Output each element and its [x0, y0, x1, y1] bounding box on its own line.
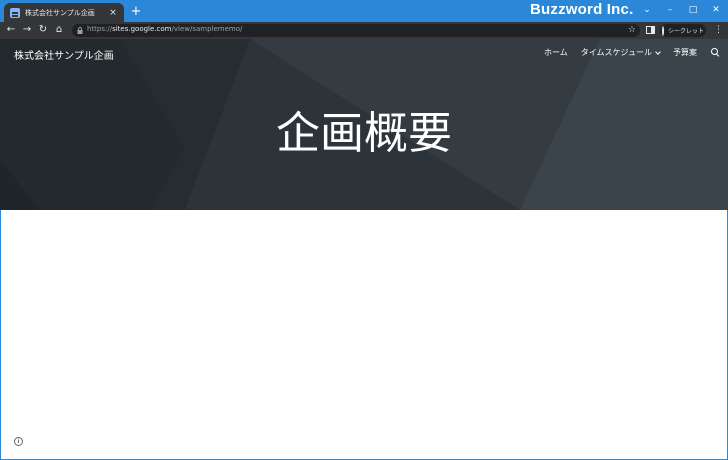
nav-item-schedule[interactable]: タイムスケジュール [580, 47, 661, 58]
reload-icon[interactable]: ↻ [36, 23, 50, 37]
nav-item-home[interactable]: ホーム [544, 47, 568, 58]
url-text: https://sites.google.com/view/samplememo… [87, 25, 242, 33]
tab-active[interactable]: 株式会社サンプル企画 × [4, 3, 124, 22]
url-path: /view/samplememo/ [171, 25, 243, 33]
home-icon[interactable]: ⌂ [52, 23, 66, 37]
site-nav: ホーム タイムスケジュール 予算案 [531, 47, 720, 58]
forward-icon[interactable]: → [20, 23, 34, 37]
menu-icon[interactable]: ⋮ [714, 24, 723, 37]
info-icon[interactable]: i [14, 437, 23, 446]
minimize-button[interactable]: – [660, 2, 680, 18]
page-content: i [0, 210, 728, 460]
star-icon[interactable]: ☆ [628, 24, 636, 37]
side-panel-icon[interactable] [646, 26, 655, 34]
new-tab-button[interactable]: + [128, 4, 144, 20]
page-title: 企画概要 [276, 108, 452, 159]
url-scheme: https:// [87, 25, 113, 33]
url-host: sites.google.com [112, 25, 172, 33]
search-icon[interactable] [711, 48, 720, 57]
incognito-indicator[interactable]: シークレット [660, 24, 706, 37]
maximize-button[interactable]: □ [683, 2, 703, 18]
hero-banner: 株式会社サンプル企画 ホーム タイムスケジュール 予算案 企画概要 [0, 39, 728, 210]
favicon-icon [10, 7, 20, 18]
browser-toolbar: ← → ↻ ⌂ https://sites.google.com/view/sa… [0, 22, 728, 39]
lock-icon [77, 27, 83, 34]
tab-search-button[interactable]: ⌄ [637, 2, 657, 18]
browser-titlebar: 株式会社サンプル企画 × + Buzzword Inc. ⌄ – □ ✕ [0, 0, 728, 22]
incognito-label: シークレット [667, 28, 704, 35]
nav-item-schedule-label: タイムスケジュール [580, 48, 652, 57]
window-close-button[interactable]: ✕ [706, 2, 726, 18]
tab-title: 株式会社サンプル企画 [25, 8, 95, 17]
chevron-down-icon [655, 48, 661, 55]
brand-watermark: Buzzword Inc. [530, 1, 634, 18]
nav-item-budget[interactable]: 予算案 [673, 47, 697, 58]
close-icon[interactable]: × [108, 8, 118, 18]
site-name[interactable]: 株式会社サンプル企画 [14, 47, 114, 62]
incognito-icon [662, 25, 670, 36]
address-bar[interactable]: https://sites.google.com/view/samplememo… [72, 24, 640, 37]
back-icon[interactable]: ← [4, 23, 18, 37]
